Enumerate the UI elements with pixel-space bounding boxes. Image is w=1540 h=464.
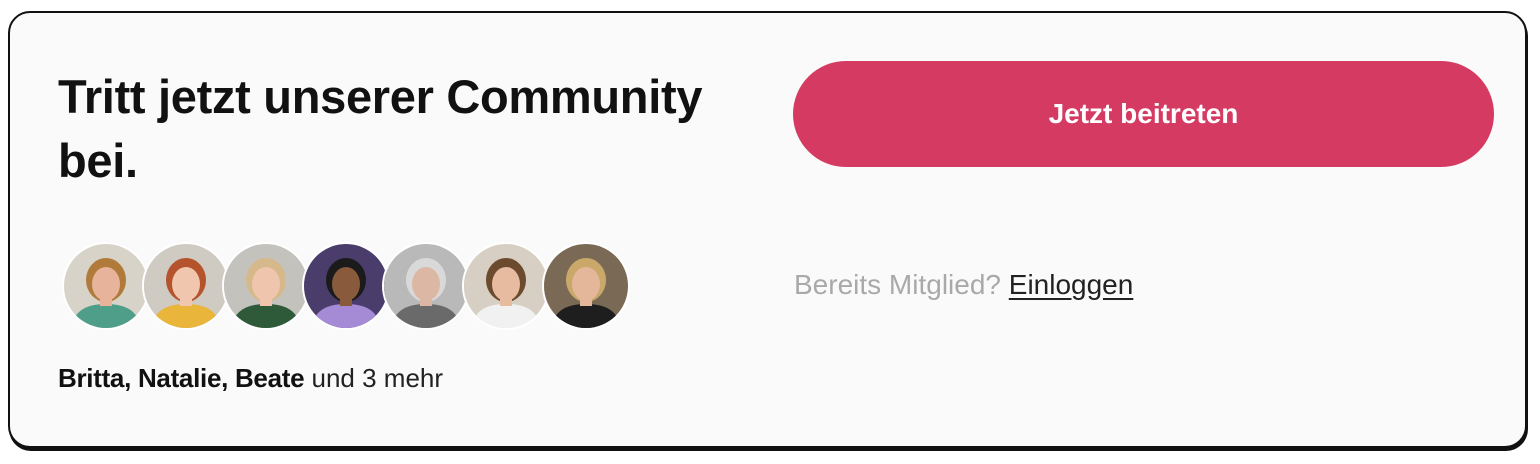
person-icon bbox=[544, 244, 628, 328]
avatar-7 bbox=[542, 242, 630, 330]
person-icon bbox=[304, 244, 388, 328]
avatar-3 bbox=[222, 242, 310, 330]
members-more: und 3 mehr bbox=[311, 363, 444, 393]
person-icon bbox=[464, 244, 548, 328]
community-title: Tritt jetzt unserer Community bei. bbox=[58, 70, 703, 187]
members-summary: Britta, Natalie, Beate und 3 mehr bbox=[58, 363, 443, 394]
person-icon bbox=[384, 244, 468, 328]
avatar-5 bbox=[382, 242, 470, 330]
members-names: Britta, Natalie, Beate bbox=[58, 363, 305, 393]
avatar-6 bbox=[462, 242, 550, 330]
person-icon bbox=[224, 244, 308, 328]
avatar-2 bbox=[142, 242, 230, 330]
login-prompt: Bereits Mitglied? bbox=[794, 269, 1001, 300]
community-card: Tritt jetzt unserer Community bei. Britt… bbox=[8, 11, 1527, 448]
join-button[interactable]: Jetzt beitreten bbox=[793, 61, 1494, 167]
person-icon bbox=[64, 244, 148, 328]
member-avatars bbox=[62, 242, 642, 330]
avatar-1 bbox=[62, 242, 150, 330]
login-link[interactable]: Einloggen bbox=[1009, 269, 1134, 300]
person-icon bbox=[144, 244, 228, 328]
avatar-4 bbox=[302, 242, 390, 330]
login-line: Bereits Mitglied? Einloggen bbox=[794, 269, 1133, 301]
